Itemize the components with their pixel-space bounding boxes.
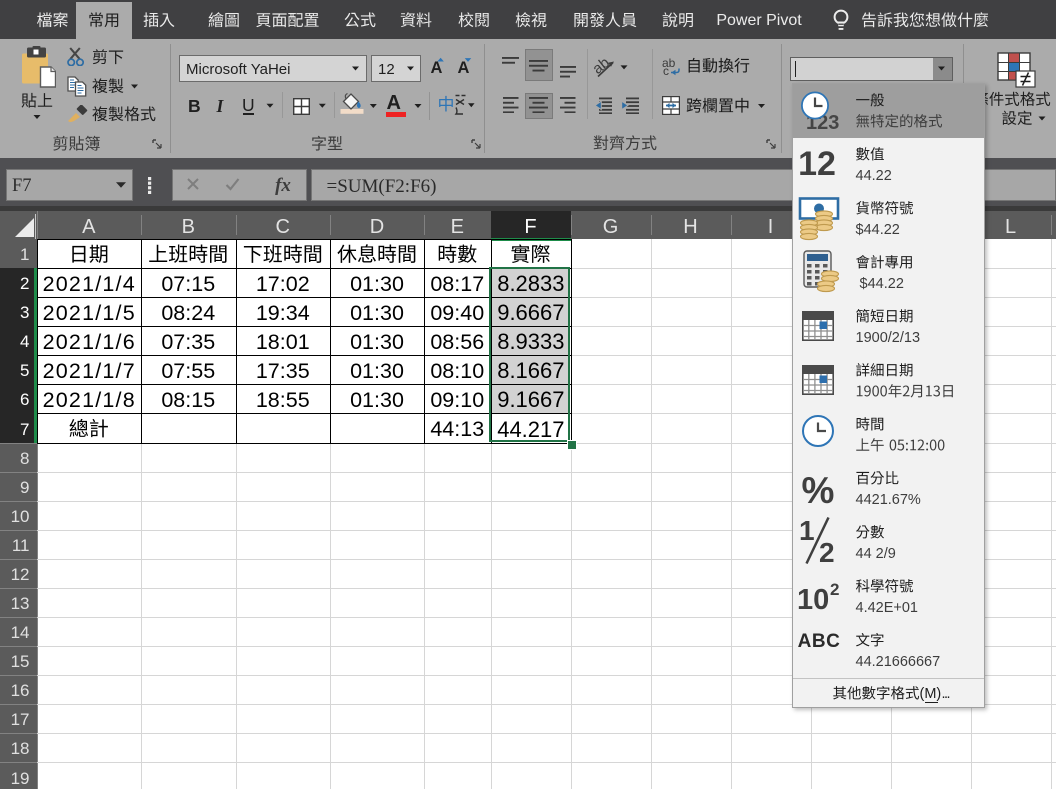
- svg-text:2: 2: [819, 537, 835, 565]
- svg-text:c: c: [663, 64, 669, 76]
- svg-text:1: 1: [799, 515, 815, 546]
